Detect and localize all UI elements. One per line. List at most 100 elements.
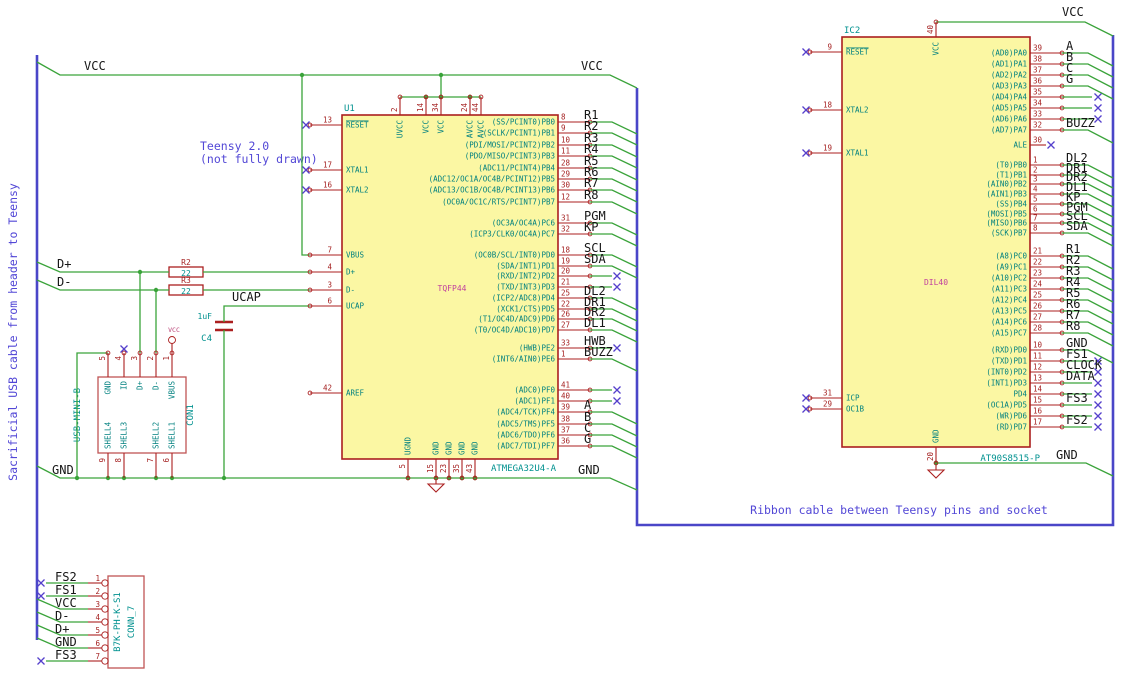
vcc-net-label: VCC [1062,5,1084,19]
pin-name: (OC0B/SCL/INT0)PD0 [474,251,556,260]
pin-name: (INT1)PD3 [986,379,1027,388]
pin-name: OC1B [846,405,865,414]
pin-number: 19 [823,144,832,153]
connector-pad [101,644,109,652]
pin-number: 5 [95,626,100,635]
pin-name: (PDI/MOSI/PCINT2)PB2 [465,141,555,150]
connector-pad [101,605,109,613]
pin-name: (MISO)PB6 [986,219,1027,228]
pin-name: VBUS [168,381,177,400]
connector-pad [101,592,109,600]
pin-number: 30 [1033,136,1043,145]
pin-name: (ADC13/OC1B/OC4B/PCINT13)PB6 [429,186,556,195]
pin-number: 42 [323,384,332,393]
pin-number: 17 [323,161,332,170]
pin-number: 5 [98,356,107,361]
wire [223,305,310,322]
conn7-reference: CONN_7 [127,606,137,639]
pin-name: RESET [846,48,869,57]
pin-name: (SS/PCINT0)PB0 [492,118,556,127]
pin-number: 30 [561,181,571,190]
pin-number: 5 [398,464,407,469]
pin-number: 34 [431,102,440,112]
pin-name: (ADC11/PCINT4)PB4 [478,164,555,173]
r3-reference: R3 [181,276,191,285]
net-label: BUZZ [584,345,613,359]
pin-number: 8 [1033,224,1038,233]
pin-number: 7 [95,652,100,661]
pin-number: 28 [561,159,571,168]
pin-number: 16 [1033,407,1043,416]
pin-number: 12 [1033,363,1042,372]
pin-name: UGND [404,436,413,455]
pin-name: PD4 [1013,390,1027,399]
pin-name: (PDO/MISO/PCINT3)PB3 [465,152,555,161]
pin-name: (MOSI)PB5 [986,210,1027,219]
r3-value: 22 [181,287,191,296]
pin-number: 39 [1033,44,1042,53]
pin-number: 3 [95,600,100,609]
pin-number: 39 [561,403,570,412]
no-connect-icon [1094,423,1102,431]
u1-footprint: TQFP44 [438,284,467,293]
pin-name: (XCK1/CTS)PD5 [496,305,555,314]
pin-number: 15 [1033,396,1042,405]
pin-name: (A8)PC0 [995,252,1027,261]
pin-name: (SS)PB4 [995,200,1027,209]
pin-number: 2 [146,356,155,361]
pin-number: 26 [561,310,571,319]
pin-name: (AD3)PA3 [991,82,1027,91]
pin-number: 4 [1033,185,1038,194]
pin-number: 6 [1033,205,1038,214]
no-connect-icon [1094,115,1102,123]
note-teensy-line2: (not fully drawn) [200,152,318,166]
pin-name: (SCLK/PCINT1)PB1 [483,129,555,138]
pin-name: (RD)PD7 [995,423,1027,432]
pin-number: 20 [561,267,571,276]
pin-number: 41 [561,381,570,390]
pin-name: (OC1A)PD5 [986,401,1027,410]
pin-name: (A13)PC5 [991,307,1027,316]
pin-name: (WR)PD6 [995,412,1027,421]
pin-number: 10 [1033,341,1043,350]
pin-name: (AD5)PA5 [991,104,1027,113]
pin-number: 10 [561,136,571,145]
net-label: G [584,432,591,446]
junction-dot [221,475,227,481]
pin-number: 22 [1033,258,1042,267]
pin-number: 38 [1033,55,1043,64]
pin-number: 23 [1033,269,1042,278]
pin-name: VBUS [346,251,365,260]
pin-number: 29 [561,170,570,179]
net-label: FS1 [55,583,77,597]
no-connect-icon [37,579,45,587]
pin-number: 25 [561,289,570,298]
pin-name: XTAL2 [346,186,369,195]
ucap-net-label: UCAP [232,290,261,304]
wire-bus-entry [590,411,638,425]
pin-number: 14 [1033,385,1043,394]
pin-number: 32 [1033,121,1042,130]
pin-name: (ADC4/TCK)PF4 [496,408,555,417]
junction-dot [153,287,159,293]
pin-name: VCC [422,120,431,134]
pin-number: 20 [926,452,935,462]
pin-name: (ADC1)PF1 [514,397,555,406]
pin-number: 3 [1033,175,1038,184]
pin-name: VCC [437,120,446,134]
dminus-net-label: D- [57,275,71,289]
net-label: FS3 [55,648,77,662]
junction-dot [299,72,305,78]
pin-number: 24 [460,102,469,112]
wire-bus-entry [590,434,638,448]
pin-number: 8 [561,113,566,122]
net-label: R8 [1066,319,1080,333]
pin-name: GND [458,441,467,455]
net-label: KP [584,220,598,234]
pin-number: 35 [452,464,461,473]
no-connect-icon [613,283,621,291]
pin-number: 27 [561,321,570,330]
no-connect-icon [1094,104,1102,112]
pin-name: (AD2)PA2 [991,71,1027,80]
pin-number: 9 [98,458,107,463]
